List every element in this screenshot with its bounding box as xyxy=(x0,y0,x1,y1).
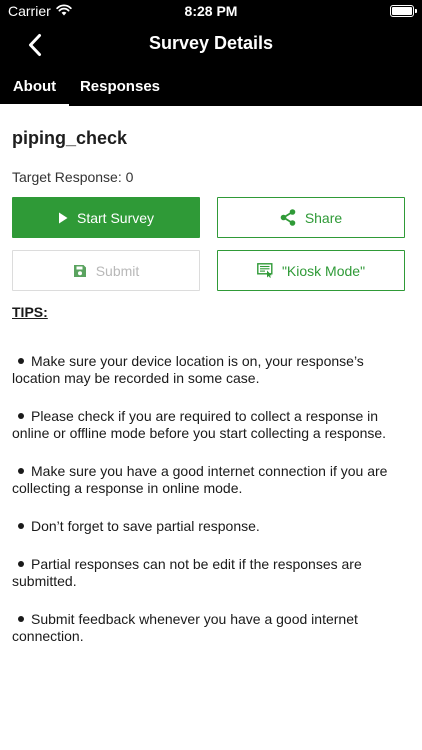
tip-text: Make sure your device location is on, yo… xyxy=(12,353,364,386)
header: Carrier 8:28 PM Survey Details About Res… xyxy=(0,0,422,106)
bullet-icon xyxy=(18,413,24,419)
share-label: Share xyxy=(304,209,343,226)
tip-item: Make sure your device location is on, yo… xyxy=(12,353,412,387)
nav-bar: Survey Details xyxy=(0,22,422,66)
tips-heading: TIPS: xyxy=(12,304,48,320)
start-survey-label: Start Survey xyxy=(76,209,155,226)
page-title: Survey Details xyxy=(148,33,274,53)
tab-indicator xyxy=(0,104,69,106)
save-icon xyxy=(73,264,86,277)
bullet-icon xyxy=(18,358,24,364)
status-time: 8:28 PM xyxy=(184,3,238,19)
tab-about[interactable]: About xyxy=(0,66,69,106)
bullet-icon xyxy=(18,561,24,567)
tab-bar: About Responses xyxy=(0,66,422,106)
kiosk-icon xyxy=(257,263,273,278)
target-response: Target Response: 0 xyxy=(12,169,134,185)
tip-text: Please check if you are required to coll… xyxy=(12,408,387,441)
bullet-icon xyxy=(18,523,24,529)
tab-responses[interactable]: Responses xyxy=(69,66,171,106)
submit-label: Submit xyxy=(95,262,140,279)
play-icon xyxy=(58,212,68,223)
tip-item: Don’t forget to save partial response. xyxy=(12,518,412,535)
battery-icon xyxy=(390,5,417,17)
submit-button[interactable]: Submit xyxy=(12,250,200,291)
tip-text: Submit feedback whenever you have a good… xyxy=(12,611,358,644)
start-survey-button[interactable]: Start Survey xyxy=(12,197,200,238)
bullet-icon xyxy=(18,616,24,622)
tip-text: Partial responses can not be edit if the… xyxy=(12,556,362,589)
tip-item: Make sure you have a good internet conne… xyxy=(12,463,412,497)
tip-item: Partial responses can not be edit if the… xyxy=(12,556,412,590)
chevron-left-icon xyxy=(29,34,41,56)
kiosk-mode-button[interactable]: "Kiosk Mode" xyxy=(217,250,405,291)
tip-item: Submit feedback whenever you have a good… xyxy=(12,611,412,645)
share-button[interactable]: Share xyxy=(217,197,405,238)
tips-list: Make sure your device location is on, yo… xyxy=(12,353,412,666)
survey-name: piping_check xyxy=(12,128,128,148)
kiosk-mode-label: "Kiosk Mode" xyxy=(281,262,366,279)
bullet-icon xyxy=(18,468,24,474)
tip-text: Don’t forget to save partial response. xyxy=(31,518,260,534)
status-bar: Carrier 8:28 PM xyxy=(0,0,422,22)
back-button[interactable] xyxy=(20,30,50,60)
tip-item: Please check if you are required to coll… xyxy=(12,408,412,442)
tip-text: Make sure you have a good internet conne… xyxy=(12,463,388,496)
share-icon xyxy=(280,209,296,226)
